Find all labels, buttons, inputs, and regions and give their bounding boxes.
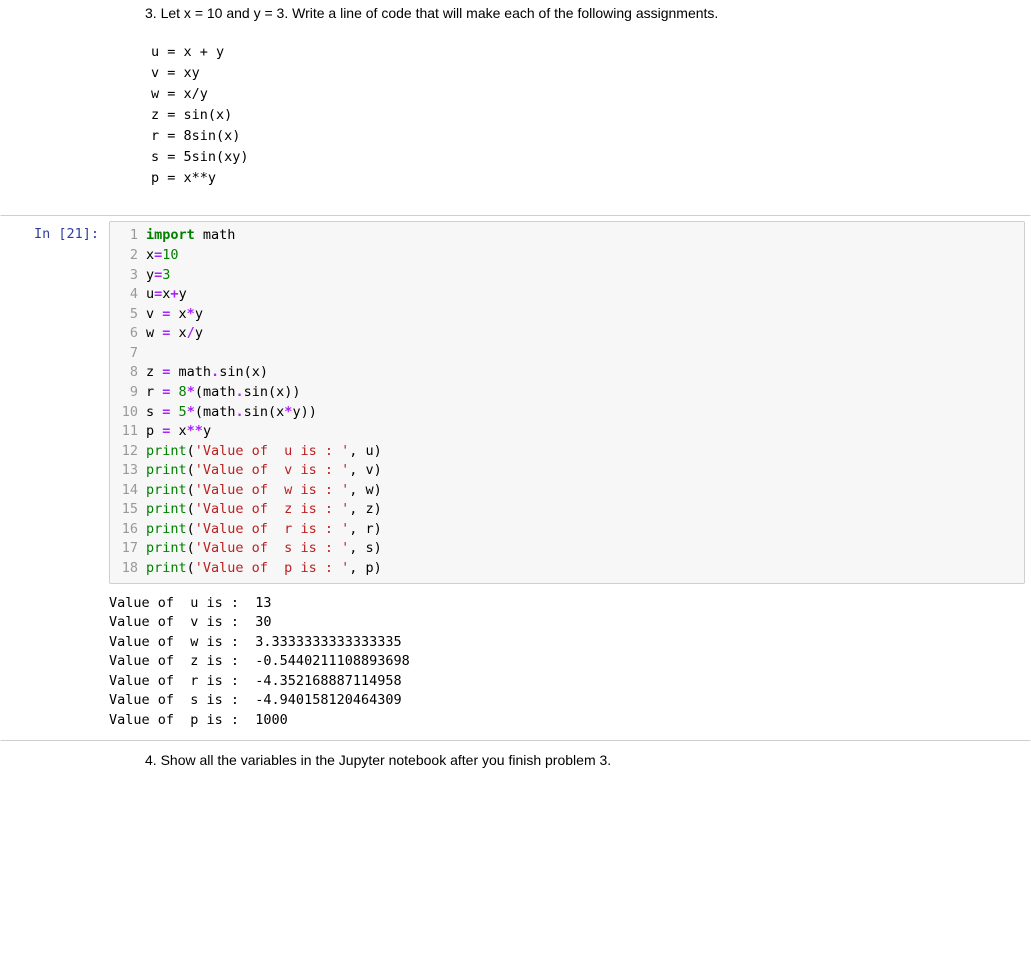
code-text: print('Value of z is : ', z): [146, 500, 1024, 520]
code-line: 2x=10: [110, 246, 1024, 266]
code-text: x=10: [146, 246, 1024, 266]
code-text: w = x/y: [146, 324, 1024, 344]
code-line: 15print('Value of z is : ', z): [110, 500, 1024, 520]
code-text: p = x**y: [146, 422, 1024, 442]
line-number: 15: [110, 500, 146, 520]
code-line: 8z = math.sin(x): [110, 363, 1024, 383]
line-number: 10: [110, 403, 146, 423]
code-text: print('Value of r is : ', r): [146, 520, 1024, 540]
line-number: 4: [110, 285, 146, 305]
code-line: 14print('Value of w is : ', w): [110, 481, 1024, 501]
markdown-cell-q3: 3. Let x = 10 and y = 3. Write a line of…: [0, 0, 1031, 209]
line-number: 12: [110, 442, 146, 462]
code-line: 17print('Value of s is : ', s): [110, 539, 1024, 559]
question-4: 4. Show all the variables in the Jupyter…: [145, 750, 1010, 771]
line-number: 8: [110, 363, 146, 383]
code-line: 6w = x/y: [110, 324, 1024, 344]
question-3-number: 3.: [145, 5, 157, 21]
line-number: 13: [110, 461, 146, 481]
question-4-text: Show all the variables in the Jupyter no…: [161, 752, 612, 768]
input-prompt: In [21]:: [34, 226, 99, 242]
code-line: 13print('Value of v is : ', v): [110, 461, 1024, 481]
code-line: 10s = 5*(math.sin(x*y)): [110, 403, 1024, 423]
output-area: Value of u is : 13 Value of v is : 30 Va…: [109, 590, 1025, 735]
code-text: print('Value of u is : ', u): [146, 442, 1024, 462]
code-text: [146, 344, 1024, 364]
code-input[interactable]: 1import math2x=103y=34u=x+y5v = x*y6w = …: [109, 221, 1025, 583]
equations-block: u = x + y v = xy w = x/y z = sin(x) r = …: [129, 24, 1010, 206]
question-3: 3. Let x = 10 and y = 3. Write a line of…: [145, 3, 1010, 24]
code-text: print('Value of p is : ', p): [146, 559, 1024, 579]
code-text: r = 8*(math.sin(x)): [146, 383, 1024, 403]
line-number: 11: [110, 422, 146, 442]
code-text: print('Value of v is : ', v): [146, 461, 1024, 481]
code-line: 12print('Value of u is : ', u): [110, 442, 1024, 462]
markdown-cell-q4: 4. Show all the variables in the Jupyter…: [0, 747, 1031, 782]
code-text: print('Value of s is : ', s): [146, 539, 1024, 559]
code-cell[interactable]: In [21]: 1import math2x=103y=34u=x+y5v =…: [0, 215, 1031, 740]
code-line: 11p = x**y: [110, 422, 1024, 442]
line-number: 2: [110, 246, 146, 266]
code-line: 3y=3: [110, 266, 1024, 286]
code-text: y=3: [146, 266, 1024, 286]
line-number: 17: [110, 539, 146, 559]
question-4-number: 4.: [145, 752, 157, 768]
line-number: 6: [110, 324, 146, 344]
line-number: 14: [110, 481, 146, 501]
line-number: 16: [110, 520, 146, 540]
code-text: u=x+y: [146, 285, 1024, 305]
line-number: 3: [110, 266, 146, 286]
question-3-text: Let x = 10 and y = 3. Write a line of co…: [161, 5, 719, 21]
code-text: import math: [146, 226, 1024, 246]
output-text: Value of u is : 13 Value of v is : 30 Va…: [109, 590, 410, 735]
line-number: 7: [110, 344, 146, 364]
code-text: z = math.sin(x): [146, 363, 1024, 383]
code-line: 5v = x*y: [110, 305, 1024, 325]
code-line: 7: [110, 344, 1024, 364]
line-number: 5: [110, 305, 146, 325]
code-line: 1import math: [110, 226, 1024, 246]
prompt-area: In [21]:: [1, 221, 109, 734]
code-line: 18print('Value of p is : ', p): [110, 559, 1024, 579]
line-number: 1: [110, 226, 146, 246]
line-number: 18: [110, 559, 146, 579]
code-line: 16print('Value of r is : ', r): [110, 520, 1024, 540]
code-text: v = x*y: [146, 305, 1024, 325]
code-line: 4u=x+y: [110, 285, 1024, 305]
code-text: s = 5*(math.sin(x*y)): [146, 403, 1024, 423]
code-text: print('Value of w is : ', w): [146, 481, 1024, 501]
line-number: 9: [110, 383, 146, 403]
code-line: 9r = 8*(math.sin(x)): [110, 383, 1024, 403]
